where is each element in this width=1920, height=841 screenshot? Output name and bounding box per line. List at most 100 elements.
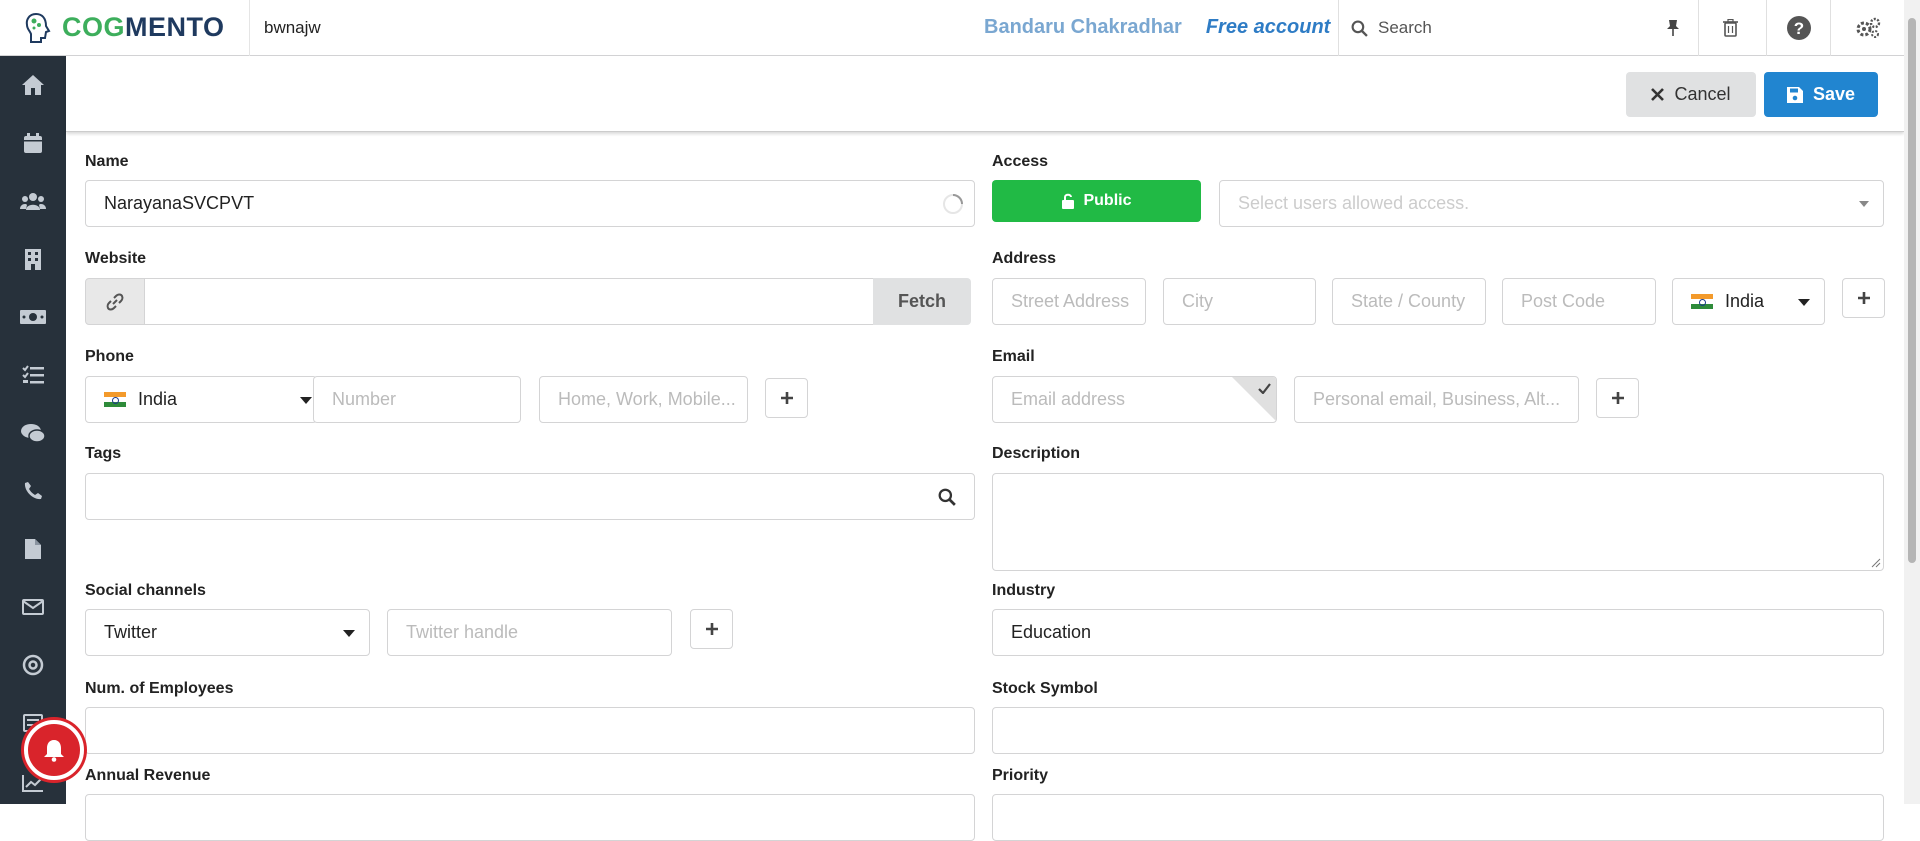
trash-icon [1723, 19, 1738, 37]
name-label: Name [85, 153, 129, 170]
close-icon [1651, 88, 1665, 101]
phone-type-input[interactable]: Home, Work, Mobile... [539, 376, 748, 423]
sidebar-item-deals[interactable] [0, 288, 66, 346]
target-icon [22, 654, 44, 676]
email-input[interactable]: Email address [992, 376, 1277, 423]
pin-icon[interactable] [1666, 19, 1680, 37]
resize-handle-icon[interactable] [1871, 558, 1881, 568]
svg-text:?: ? [1793, 19, 1803, 38]
stock-label: Stock Symbol [992, 680, 1098, 697]
plus-icon [1611, 392, 1624, 404]
public-access-button[interactable]: Public [992, 180, 1201, 222]
description-textarea[interactable] [992, 473, 1884, 571]
account-type[interactable]: Free account [1206, 16, 1330, 39]
search-icon [1351, 20, 1368, 37]
add-address-button[interactable] [1842, 278, 1885, 318]
social-label: Social channels [85, 582, 206, 599]
fetch-button[interactable]: Fetch [873, 278, 971, 325]
page-scrollbar[interactable] [1904, 0, 1920, 804]
industry-input[interactable]: Education [992, 609, 1884, 656]
phone-number-input[interactable]: Number [313, 376, 521, 423]
email-type-input[interactable]: Personal email, Business, Alt... [1294, 376, 1579, 423]
city-input[interactable]: City [1163, 278, 1316, 325]
sidebar-item-documents[interactable] [0, 520, 66, 578]
twitter-handle-input[interactable]: Twitter handle [387, 609, 672, 656]
revenue-input[interactable] [85, 794, 975, 841]
address-country-select[interactable]: India [1672, 278, 1825, 325]
record-title: bwnajw [264, 17, 321, 37]
description-label: Description [992, 445, 1081, 462]
add-phone-button[interactable] [765, 378, 808, 418]
name-input[interactable]: NarayanaSVCPVT [85, 180, 975, 227]
notification-button[interactable] [24, 720, 84, 780]
sidebar-item-contacts[interactable] [0, 172, 66, 230]
phone-number-placeholder: Number [332, 389, 397, 409]
search-box [1338, 0, 1696, 56]
companies-icon [25, 249, 41, 270]
email-label: Email [992, 348, 1035, 365]
add-social-button[interactable] [690, 609, 733, 649]
sidebar-item-companies[interactable] [0, 230, 66, 288]
phone-country-select[interactable]: India [85, 376, 317, 423]
india-flag-icon [1691, 294, 1713, 309]
settings-icon [1856, 17, 1880, 38]
phone-country-value: India [138, 389, 178, 409]
deals-icon [20, 310, 46, 324]
website-input[interactable] [144, 278, 874, 325]
email-type-placeholder: Personal email, Business, Alt... [1313, 389, 1561, 409]
loading-spinner-icon [943, 193, 963, 214]
access-users-select[interactable]: Select users allowed access. [1219, 180, 1884, 227]
home-icon [22, 75, 44, 95]
scrollbar-thumb[interactable] [1908, 18, 1916, 563]
logo[interactable]: COGMENTO [0, 0, 250, 56]
tags-input[interactable] [85, 473, 975, 520]
trash-button[interactable] [1698, 0, 1762, 56]
industry-value: Education [1011, 622, 1092, 642]
state-input[interactable]: State / County [1332, 278, 1486, 325]
postcode-input[interactable]: Post Code [1502, 278, 1656, 325]
email-icon [22, 599, 44, 615]
employees-label: Num. of Employees [85, 680, 234, 697]
calendar-icon [24, 133, 42, 153]
sidebar-item-campaigns[interactable] [0, 636, 66, 694]
social-channel-select[interactable]: Twitter [85, 609, 370, 656]
priority-select[interactable] [992, 794, 1884, 841]
cases-icon [21, 424, 45, 443]
logo-text-part1: COG [62, 12, 126, 42]
sidebar-item-calendar[interactable] [0, 114, 66, 172]
user-name[interactable]: Bandaru Chakradhar [984, 16, 1182, 39]
street-input[interactable]: Street Address [992, 278, 1146, 325]
save-button[interactable]: Save [1764, 72, 1878, 117]
phone-label: Phone [85, 348, 134, 365]
help-button[interactable]: ? [1766, 0, 1830, 56]
sidebar-item-cases[interactable] [0, 404, 66, 462]
tags-label: Tags [85, 445, 122, 462]
chevron-down-icon [1798, 298, 1810, 306]
help-icon: ? [1786, 16, 1811, 40]
industry-label: Industry [992, 582, 1056, 599]
website-label: Website [85, 250, 147, 267]
link-icon [106, 293, 124, 310]
sidebar-item-home[interactable] [0, 56, 66, 114]
sidebar-item-email[interactable] [0, 578, 66, 636]
stock-input[interactable] [992, 707, 1884, 754]
social-channel-value: Twitter [104, 622, 158, 642]
cancel-button[interactable]: Cancel [1626, 72, 1756, 117]
settings-button[interactable] [1830, 0, 1904, 56]
address-country-value: India [1725, 291, 1765, 311]
street-placeholder: Street Address [1011, 291, 1130, 311]
sidebar-item-calls[interactable] [0, 462, 66, 520]
document-icon [25, 539, 41, 559]
address-label: Address [992, 250, 1057, 267]
add-email-button[interactable] [1596, 378, 1639, 418]
state-placeholder: State / County [1351, 291, 1466, 311]
search-input[interactable] [1378, 18, 1658, 38]
logo-text-part2: MENTO [125, 12, 225, 42]
search-icon [938, 488, 956, 506]
india-flag-icon [104, 392, 126, 407]
sidebar-item-tasks[interactable] [0, 346, 66, 404]
main-content: Cancel Save Name NarayanaSVCPVT Website … [66, 56, 1904, 841]
link-addon [85, 278, 145, 325]
employees-input[interactable] [85, 707, 975, 754]
chevron-down-icon [343, 629, 355, 637]
